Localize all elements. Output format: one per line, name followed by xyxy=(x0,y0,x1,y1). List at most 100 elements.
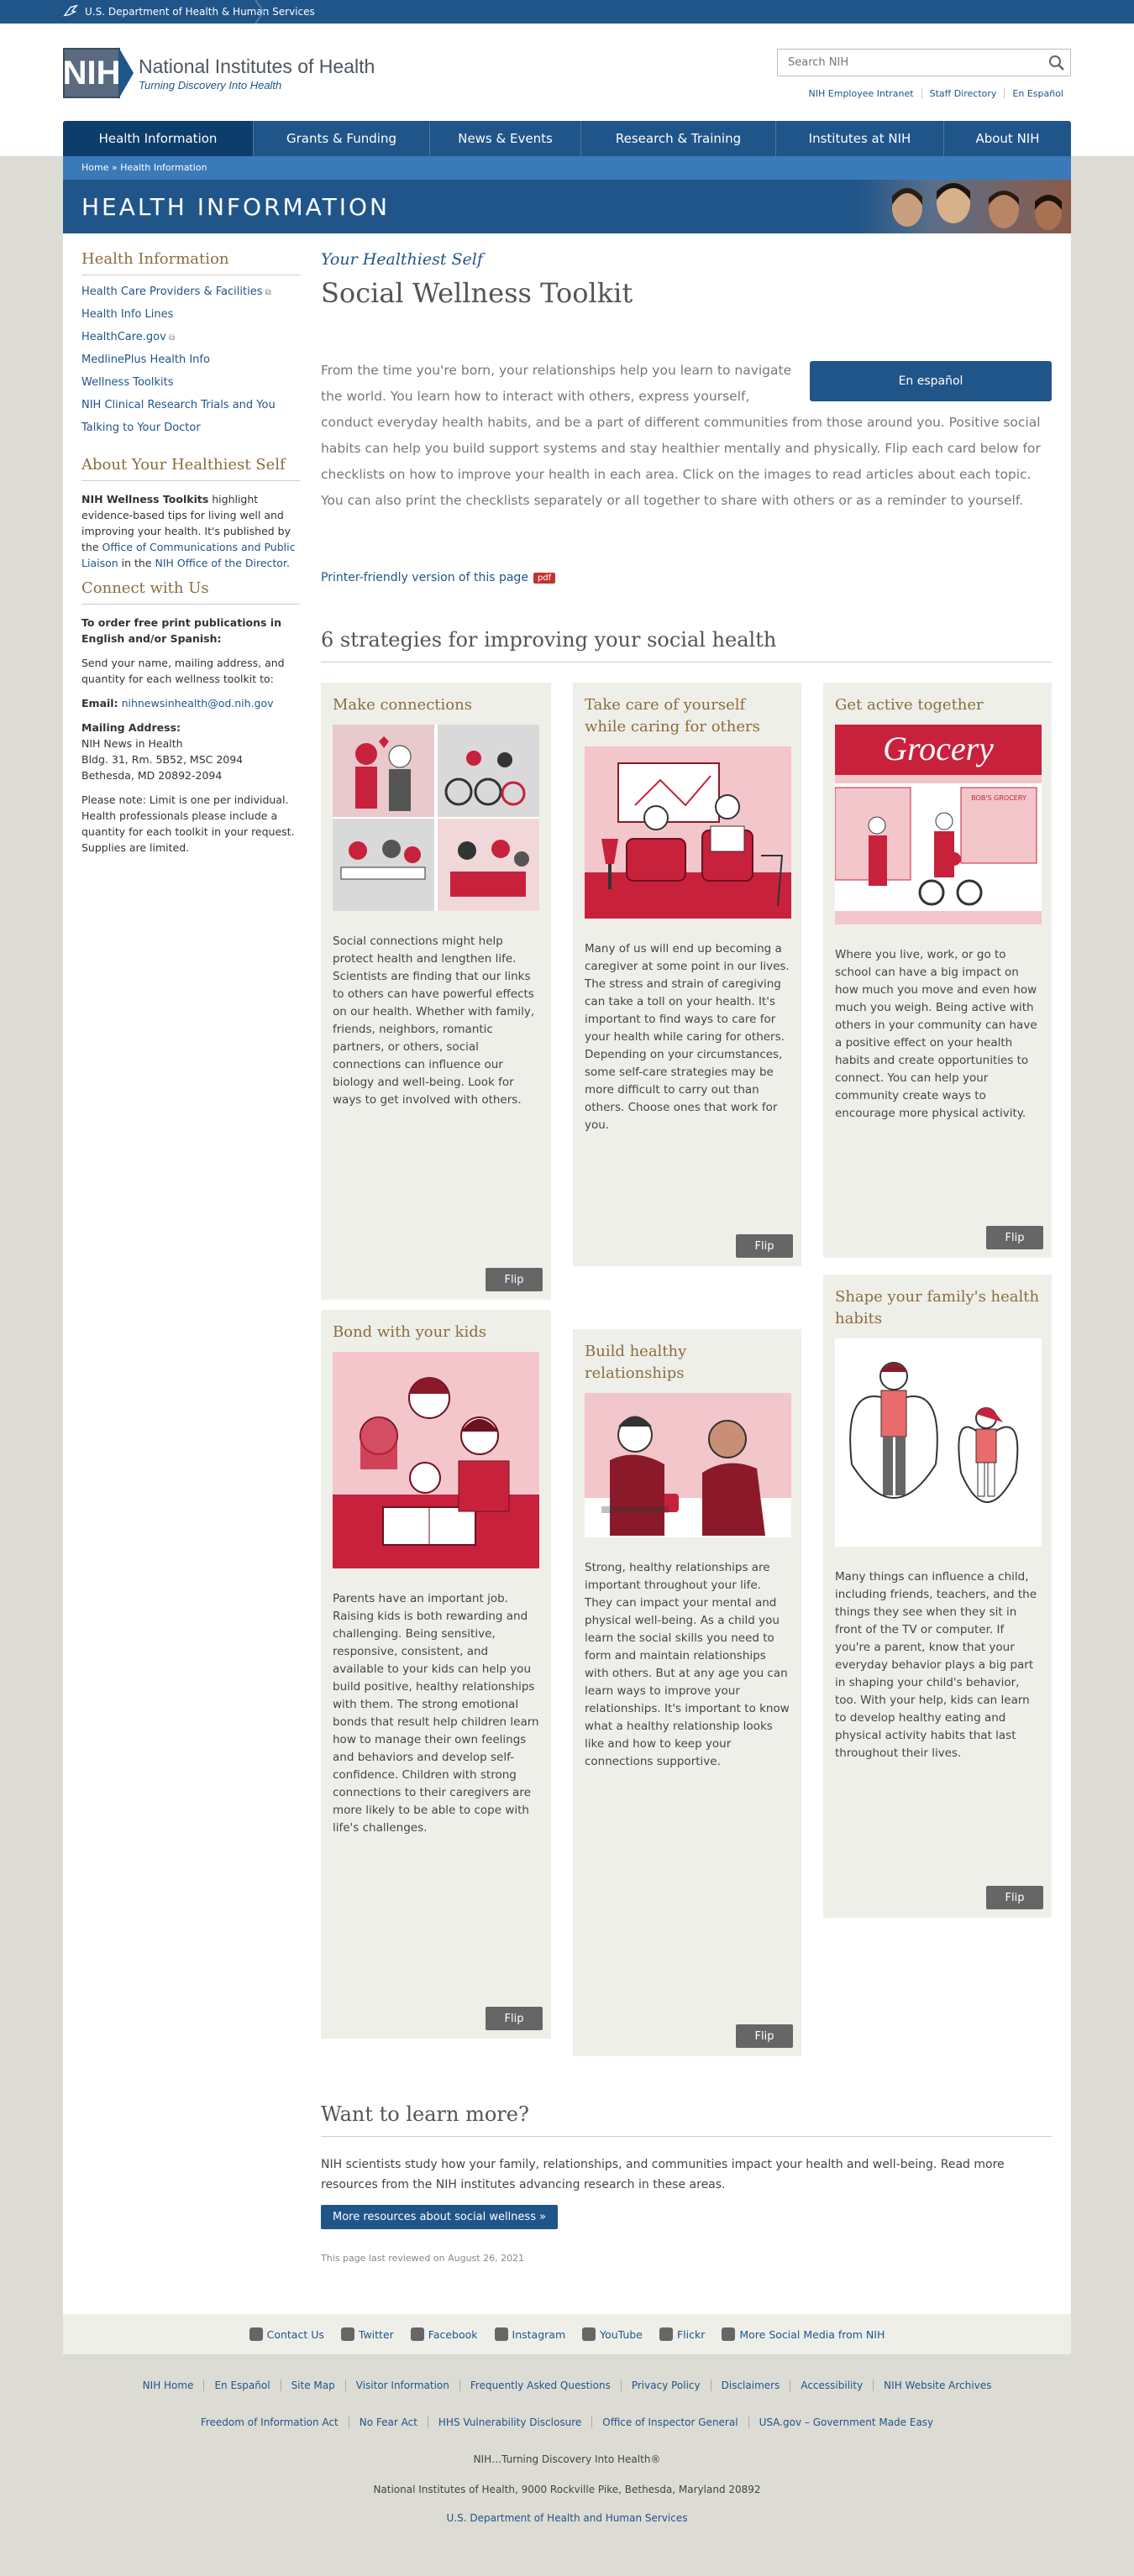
card-image-connections[interactable] xyxy=(333,725,539,911)
nih-od-link[interactable]: NIH Office of the Director xyxy=(155,557,286,569)
flip-button[interactable]: Flip xyxy=(736,1234,793,1258)
footer-address: National Institutes of Health, 9000 Rock… xyxy=(373,2484,761,2495)
page-kicker: Your Healthiest Self xyxy=(321,250,483,269)
mail-line: Bldg. 31, Rm. 5B52, MSC 2094 xyxy=(81,753,244,766)
hhs-link[interactable]: U.S. Department of Health & Human Servic… xyxy=(85,6,315,18)
sidebar-link-medlineplus[interactable]: MedlinePlus Health Info xyxy=(81,353,210,366)
search-box xyxy=(777,49,1071,76)
social-label: Twitter xyxy=(358,2327,394,2341)
employee-intranet-link[interactable]: NIH Employee Intranet xyxy=(801,88,921,99)
more-resources-button[interactable]: More resources about social wellness » xyxy=(321,2205,559,2229)
about-text-2: in the xyxy=(118,557,155,569)
card-image-bond[interactable] xyxy=(333,1352,539,1568)
sidebar-link-wellness-toolkits[interactable]: Wellness Toolkits xyxy=(81,376,174,389)
footer-link[interactable]: Office of Inspector General xyxy=(591,2416,748,2428)
sidebar-link-clinical-trials[interactable]: NIH Clinical Research Trials and You xyxy=(81,399,276,411)
card-image-active[interactable]: Grocery BOB'S GROCERY xyxy=(834,725,1042,924)
footer-link[interactable]: Freedom of Information Act xyxy=(191,2416,349,2428)
facebook-link[interactable]: Facebook xyxy=(410,2327,478,2341)
flip-button[interactable]: Flip xyxy=(486,2007,543,2030)
learn-more-heading: Want to learn more? xyxy=(321,2102,1052,2137)
social-label: More Social Media from NIH xyxy=(739,2327,885,2341)
twitter-link[interactable]: Twitter xyxy=(340,2327,394,2341)
printer-friendly: Printer-friendly version of this page pd… xyxy=(321,571,556,584)
footer-link[interactable]: NIH Website Archives xyxy=(873,2380,1001,2391)
footer-link[interactable]: No Fear Act xyxy=(348,2416,428,2428)
hhs-eagle-icon xyxy=(63,4,78,17)
social-bar: Contact Us Twitter Facebook Instagram Yo… xyxy=(63,2314,1071,2354)
nav-health-information[interactable]: Health Information xyxy=(63,121,254,156)
more-social-link[interactable]: More Social Media from NIH xyxy=(722,2327,885,2341)
nav-research-training[interactable]: Research & Training xyxy=(581,121,776,156)
footer-link[interactable]: HHS Vulnerability Disclosure xyxy=(427,2416,591,2428)
card-text: Social connections might help protect he… xyxy=(333,935,535,1107)
email-link[interactable]: nihnewsinhealth@od.nih.gov xyxy=(122,697,274,709)
footer-link[interactable]: NIH Home xyxy=(133,2380,204,2391)
flickr-link[interactable]: Flickr xyxy=(659,2327,705,2341)
social-label: Flickr xyxy=(676,2327,706,2341)
card-image-family-habits[interactable] xyxy=(835,1338,1042,1547)
card-image-relationships[interactable] xyxy=(585,1393,791,1537)
footer-link[interactable]: Site Map xyxy=(280,2380,345,2391)
nav-news-events[interactable]: News & Events xyxy=(430,121,581,156)
instagram-link[interactable]: Instagram xyxy=(494,2327,565,2341)
banner-title: HEALTH INFORMATION xyxy=(81,193,390,221)
sidebar-link-healthcare-gov[interactable]: HealthCare.gov xyxy=(81,331,166,343)
sidebar-link-talking-doctor[interactable]: Talking to Your Doctor xyxy=(81,421,201,434)
footer-link[interactable]: USA.gov – Government Made Easy xyxy=(748,2416,944,2428)
youtube-link[interactable]: YouTube xyxy=(582,2327,643,2341)
twitter-icon xyxy=(340,2327,354,2341)
social-label: YouTube xyxy=(600,2327,643,2341)
footer-links-2: Freedom of Information Act No Fear Act H… xyxy=(0,2416,1134,2428)
nav-grants-funding[interactable]: Grants & Funding xyxy=(254,121,430,156)
grocery-sign: Grocery xyxy=(883,730,994,767)
nih-logo[interactable]: NIH National Institutes of Health Turnin… xyxy=(63,47,375,99)
sidebar-heading-health-info: Health Information xyxy=(81,250,300,275)
flip-button[interactable]: Flip xyxy=(986,1226,1043,1249)
card-title: Take care of yourself while caring for o… xyxy=(585,696,760,736)
search-icon[interactable] xyxy=(1048,55,1065,71)
main-content-area: Health Information Health Care Providers… xyxy=(63,233,1071,2314)
card-text: Strong, healthy relationships are import… xyxy=(585,1561,790,1768)
footer-link[interactable]: Privacy Policy xyxy=(620,2380,711,2391)
footer-link[interactable]: Frequently Asked Questions xyxy=(459,2380,621,2391)
logo-arrow xyxy=(118,47,134,99)
card-title: Make connections xyxy=(333,696,472,714)
pdf-icon: pdf xyxy=(533,572,556,584)
card-bond-kids: Bond with your kids Parents have an impo… xyxy=(321,1310,551,2039)
sidebar-link-info-lines[interactable]: Health Info Lines xyxy=(81,308,173,321)
sidebar-link-providers[interactable]: Health Care Providers & Facilities xyxy=(81,285,262,298)
flip-button[interactable]: Flip xyxy=(736,2024,793,2048)
footer-link[interactable]: Accessibility xyxy=(790,2380,873,2391)
footer-tagline: NIH…Turning Discovery Into Health® xyxy=(473,2453,661,2465)
mail-label: Mailing Address: xyxy=(81,721,181,734)
learn-more-text: NIH scientists study how your family, re… xyxy=(321,2158,1005,2191)
contact-us-link[interactable]: Contact Us xyxy=(249,2327,324,2341)
about-text-3: . xyxy=(286,557,290,569)
mail-line: Bethesda, MD 20892-2094 xyxy=(81,769,223,782)
card-image-caregiving[interactable] xyxy=(585,746,791,919)
espanol-button[interactable]: En español xyxy=(810,361,1052,401)
sidebar-heading-connect: Connect with Us xyxy=(81,579,300,605)
hhs-footer-link[interactable]: U.S. Department of Health and Human Serv… xyxy=(447,2512,688,2524)
card-make-connections: Make connections Social connections migh… xyxy=(321,683,551,1300)
footer-links-1: NIH Home En Español Site Map Visitor Inf… xyxy=(0,2380,1134,2391)
staff-directory-link[interactable]: Staff Directory xyxy=(921,88,1005,99)
nav-institutes[interactable]: Institutes at NIH xyxy=(776,121,944,156)
printer-friendly-link[interactable]: Printer-friendly version of this page xyxy=(321,571,528,584)
card-family-habits: Shape your family's health habits Many t… xyxy=(823,1275,1052,1918)
card-title: Shape your family's health habits xyxy=(835,1288,1040,1327)
footer-link[interactable]: Disclaimers xyxy=(710,2380,790,2391)
footer-link[interactable]: Visitor Information xyxy=(344,2380,459,2391)
nav-about[interactable]: About NIH xyxy=(944,121,1071,156)
espanol-link[interactable]: En Español xyxy=(1004,88,1071,99)
logo-name: National Institutes of Health xyxy=(139,55,375,77)
flip-button[interactable]: Flip xyxy=(986,1886,1043,1909)
footer-link[interactable]: En Español xyxy=(203,2380,280,2391)
content-column: Your Healthiest Self Social Wellness Too… xyxy=(321,250,1052,2264)
page-title: Social Wellness Toolkit xyxy=(321,277,633,309)
search-input[interactable] xyxy=(778,50,1030,76)
breadcrumb-text[interactable]: Home » Health Information xyxy=(81,162,207,173)
flip-button[interactable]: Flip xyxy=(486,1268,543,1291)
card-text: Parents have an important job. Raising k… xyxy=(333,1592,539,1835)
